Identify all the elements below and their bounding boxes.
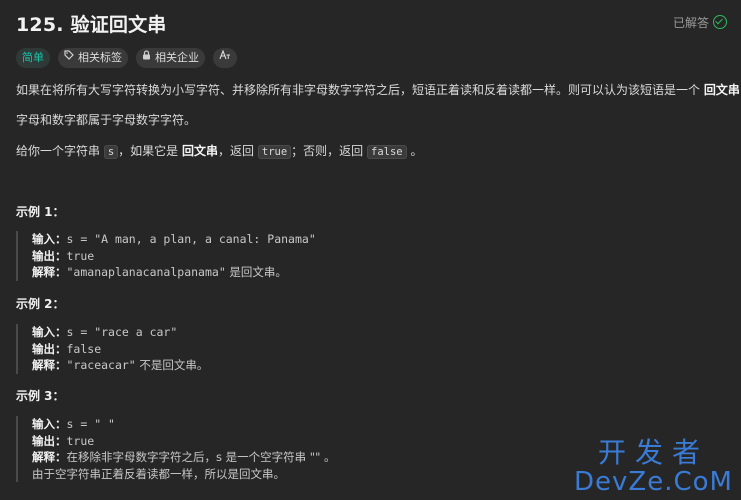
example-1-output: 输出：true <box>32 248 95 263</box>
font-size-button[interactable] <box>213 48 237 68</box>
example-2-title: 示例 2： <box>16 297 65 311</box>
difficulty-badge: 简单 <box>16 48 50 68</box>
example-3-explain-line2: 由于空字符串正着反着读都一样，所以是回文串。 <box>32 466 285 481</box>
example-3-title: 示例 3： <box>16 389 65 403</box>
solved-status: 已解答 <box>673 14 727 31</box>
tag-icon <box>64 48 74 68</box>
example-1-block: 输入：s = "A man, a plan, a canal: Panama" … <box>16 231 316 281</box>
example-1-title: 示例 1： <box>16 205 65 219</box>
related-companies-label: 相关企业 <box>155 51 199 64</box>
description-paragraph-2: 字母和数字都属于字母数字字符。 <box>16 113 197 127</box>
palindrome-term: 回文串 <box>703 83 740 97</box>
example-3-block: 输入：s = " " 输出：true 解释：在移除非字母数字字符之后，s 是一个… <box>16 416 336 482</box>
inline-code-false: false <box>367 145 407 159</box>
title-row: 125. 验证回文串 已解答 <box>16 10 733 36</box>
related-topics-button[interactable]: 相关标签 <box>58 48 128 68</box>
font-size-icon <box>219 48 231 68</box>
problem-title: 125. 验证回文串 <box>16 14 167 36</box>
watermark: 开发者 DevZe.CoM <box>574 436 733 497</box>
related-topics-label: 相关标签 <box>78 51 122 64</box>
lock-icon <box>142 48 151 68</box>
example-3-explain: 解释：在移除非字母数字字符之后，s 是一个空字符串 "" 。 <box>32 450 336 464</box>
example-1-input: 输入：s = "A man, a plan, a canal: Panama" <box>32 232 316 246</box>
example-2-input: 输入：s = "race a car" <box>32 325 178 339</box>
description-paragraph-1: 如果在将所有大写字符转换为小写字符、并移除所有非字母数字字符之后，短语正着读和反… <box>16 83 740 97</box>
example-3-output: 输出：true <box>32 433 95 448</box>
watermark-en: DevZe.CoM <box>574 467 733 497</box>
inline-code-true: true <box>257 145 292 159</box>
example-1-explain: 解释："amanaplanacanalpanama" 是回文串。 <box>32 265 287 279</box>
difficulty-label: 简单 <box>22 51 44 64</box>
solved-label: 已解答 <box>672 16 709 30</box>
palindrome-term-2: 回文串 <box>182 144 219 158</box>
example-3-input: 输入：s = " " <box>32 417 115 431</box>
check-circle-icon <box>713 15 727 29</box>
example-2-output: 输出：false <box>32 341 102 356</box>
example-2-explain: 解释："raceacar" 不是回文串。 <box>32 358 209 372</box>
related-companies-button[interactable]: 相关企业 <box>136 48 205 68</box>
inline-code-s: s <box>103 145 119 159</box>
watermark-cn: 开发者 <box>598 436 710 469</box>
description-paragraph-3: 给你一个字符串 s ，如果它是 回文串，返回 true ；否则，返回 false 。 <box>16 144 423 159</box>
example-2-block: 输入：s = "race a car" 输出：false 解释："raceaca… <box>16 324 208 374</box>
tag-bar: 简单 相关标签 相关企业 <box>16 48 237 68</box>
